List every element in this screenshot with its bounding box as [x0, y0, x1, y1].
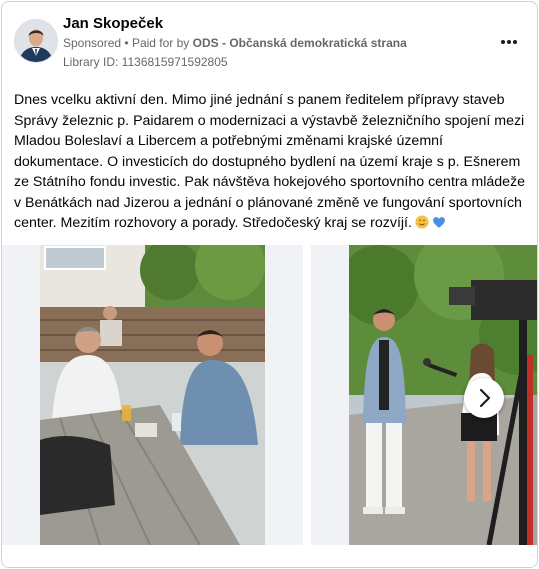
carousel-next-button[interactable] [464, 378, 504, 418]
photo-meeting-outdoor-cafe [40, 245, 265, 545]
paid-for-prefix: Paid for by [131, 36, 190, 50]
smiling-face-emoji [415, 215, 429, 229]
blue-heart-emoji [432, 217, 445, 228]
photo-tv-interview [349, 245, 537, 545]
paid-for-organization[interactable]: ODS - Občanská demokratická strana [193, 36, 407, 50]
sponsored-line: Sponsored • Paid for by ODS - Občanská d… [63, 36, 407, 50]
more-options-button[interactable] [497, 32, 521, 52]
sponsored-label: Sponsored [63, 36, 122, 50]
post-text: Dnes vcelku aktivní den. Mimo jiné jedná… [14, 92, 526, 231]
post-text-block: Dnes vcelku aktivní den. Mimo jiné jedná… [14, 90, 526, 234]
advertiser-name[interactable]: Jan Skopeček [63, 15, 163, 32]
avatar[interactable] [14, 19, 58, 63]
meta-separator: • [124, 36, 129, 50]
carousel-slide-1[interactable] [2, 245, 303, 545]
post-header: Jan Skopeček Sponsored • Paid for by ODS… [2, 2, 537, 82]
more-options-icon [501, 40, 517, 44]
image-carousel[interactable] [2, 245, 537, 545]
library-id: Library ID: 1136815971592805 [63, 55, 228, 69]
post-footer [2, 545, 537, 567]
profile-photo-icon [15, 20, 57, 62]
ad-card: Jan Skopeček Sponsored • Paid for by ODS… [1, 1, 538, 568]
chevron-right-icon [479, 388, 491, 408]
